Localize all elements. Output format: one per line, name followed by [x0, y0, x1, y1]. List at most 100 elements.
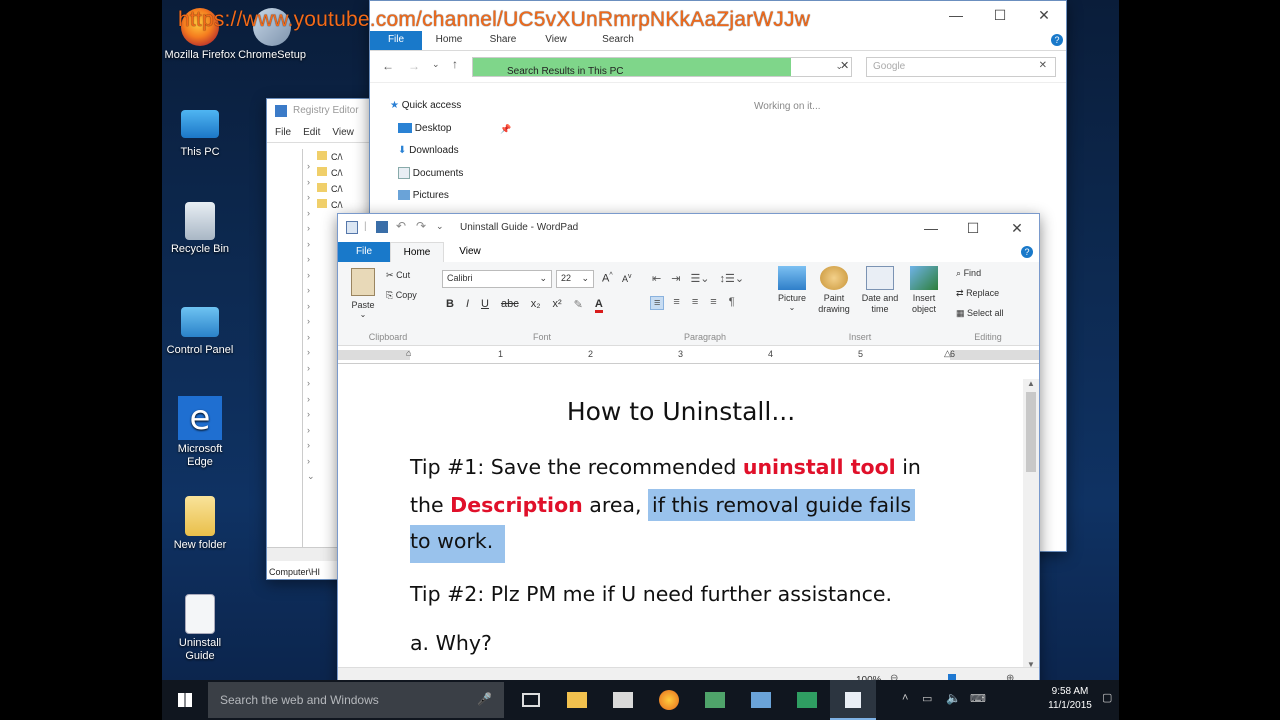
- notification-chevron-icon[interactable]: ˄: [902, 692, 908, 704]
- align-right-icon[interactable]: ≡: [689, 296, 701, 310]
- align-left-icon[interactable]: ≡: [650, 296, 665, 310]
- tab-search[interactable]: Search: [582, 31, 654, 50]
- desktop-icon-this-pc[interactable]: This PC: [162, 106, 238, 159]
- taskbar-explorer[interactable]: [554, 680, 600, 720]
- justify-icon[interactable]: ≡: [707, 296, 719, 310]
- registry-key[interactable]: C/\: [317, 165, 343, 181]
- nav-desktop[interactable]: Desktop 📌: [390, 118, 511, 141]
- up-icon[interactable]: ↑: [452, 57, 458, 71]
- back-icon[interactable]: ←: [382, 59, 394, 73]
- copy-button[interactable]: ⎘ Copy: [386, 290, 417, 301]
- clock[interactable]: 9:58 AM 11/1/2015: [1042, 685, 1098, 713]
- registry-key[interactable]: C/\: [317, 181, 343, 197]
- recent-dropdown-icon[interactable]: ⌄: [432, 59, 440, 70]
- ruler[interactable]: ⌂ 1 2 3 4 5 6 △: [338, 346, 1039, 364]
- ruler-right-indent-marker[interactable]: △: [944, 348, 951, 359]
- redo-icon[interactable]: ↷: [416, 219, 426, 233]
- registry-tree-scroll[interactable]: [287, 149, 303, 549]
- task-view-button[interactable]: [508, 680, 554, 720]
- start-button[interactable]: [162, 680, 208, 720]
- maximize-icon[interactable]: ☐: [978, 1, 1022, 29]
- bullets-icon[interactable]: ☰⌄: [690, 272, 709, 285]
- microphone-icon[interactable]: 🎤: [477, 692, 492, 706]
- shrink-font-icon[interactable]: Av: [622, 273, 632, 284]
- nav-documents[interactable]: Documents: [390, 163, 463, 186]
- superscript-icon[interactable]: x²: [553, 298, 562, 313]
- close-icon[interactable]: ✕: [995, 214, 1039, 242]
- qat-dropdown-icon[interactable]: ⌄: [436, 221, 444, 232]
- minimize-icon[interactable]: —: [934, 1, 978, 29]
- document-vscroll[interactable]: ▲ ▼: [1023, 379, 1039, 669]
- nav-quick-access[interactable]: ★ Quick access: [390, 95, 463, 118]
- volume-icon[interactable]: 🔈: [946, 691, 961, 705]
- document-area[interactable]: How to Uninstall... Tip #1: Save the rec…: [338, 379, 1024, 669]
- decrease-indent-icon[interactable]: ⇤: [652, 272, 661, 285]
- paint-drawing-button[interactable]: Paint drawing: [814, 266, 854, 315]
- desktop-icon-recycle-bin[interactable]: Recycle Bin: [162, 202, 238, 256]
- help-icon[interactable]: ?: [1021, 246, 1039, 258]
- registry-key[interactable]: C/\: [317, 197, 343, 213]
- date-time-button[interactable]: Date and time: [858, 266, 902, 315]
- search-input[interactable]: Google ✕: [866, 57, 1056, 77]
- align-center-icon[interactable]: ≡: [670, 296, 682, 310]
- help-icon[interactable]: ?: [1048, 31, 1066, 50]
- address-bar[interactable]: Search Results in This PC ⌄: [472, 57, 852, 77]
- scroll-up-icon[interactable]: ▲: [1023, 379, 1039, 388]
- highlight-icon[interactable]: ✎: [574, 298, 583, 313]
- bold-icon[interactable]: B: [446, 298, 454, 313]
- registry-menu-view[interactable]: View: [332, 127, 354, 140]
- subscript-icon[interactable]: x₂: [531, 298, 541, 313]
- tab-home[interactable]: Home: [422, 31, 476, 50]
- forward-icon[interactable]: →: [408, 59, 420, 73]
- minimize-icon[interactable]: —: [909, 214, 953, 242]
- tab-view[interactable]: View: [444, 242, 496, 262]
- clear-search-icon[interactable]: ✕: [1039, 60, 1047, 71]
- tab-share[interactable]: Share: [476, 31, 530, 50]
- desktop-icon-new-folder[interactable]: New folder: [162, 496, 238, 552]
- registry-menu-file[interactable]: File: [275, 127, 291, 140]
- taskbar-app-1[interactable]: [692, 680, 738, 720]
- select-all-button[interactable]: ▦ Select all: [956, 308, 1004, 319]
- desktop-icon-control-panel[interactable]: Control Panel: [162, 303, 238, 357]
- underline-icon[interactable]: U: [481, 298, 489, 313]
- ruler-indent-marker[interactable]: ⌂: [406, 348, 411, 358]
- language-icon[interactable]: ⌨: [970, 692, 986, 705]
- action-center-icon[interactable]: ▢: [1102, 691, 1112, 704]
- scroll-thumb[interactable]: [1026, 392, 1036, 472]
- maximize-icon[interactable]: ☐: [951, 214, 995, 242]
- line-spacing-icon[interactable]: ↕☰⌄: [720, 272, 745, 285]
- italic-icon[interactable]: I: [466, 298, 469, 313]
- tab-view[interactable]: View: [530, 31, 582, 50]
- taskbar-firefox[interactable]: [646, 680, 692, 720]
- nav-pictures[interactable]: Pictures: [390, 185, 463, 208]
- network-icon[interactable]: ▭: [922, 692, 932, 705]
- taskbar-app-2[interactable]: [738, 680, 784, 720]
- insert-object-button[interactable]: Insert object: [904, 266, 944, 315]
- picture-button[interactable]: Picture ⌄: [772, 266, 812, 312]
- paste-button[interactable]: Paste ⌄: [348, 268, 378, 319]
- find-button[interactable]: ⌕ Find: [956, 268, 981, 279]
- cut-button[interactable]: ✂ Cut: [386, 270, 410, 281]
- font-name-select[interactable]: Calibri ⌄: [442, 270, 552, 288]
- grow-font-icon[interactable]: A^: [602, 272, 613, 285]
- font-color-icon[interactable]: A: [594, 298, 603, 313]
- tab-home[interactable]: Home: [390, 242, 444, 262]
- desktop-icon-uninstall-guide[interactable]: Uninstall Guide: [162, 594, 238, 663]
- tab-file[interactable]: File: [338, 242, 390, 262]
- tab-file[interactable]: File: [370, 31, 422, 50]
- close-icon[interactable]: ✕: [1022, 1, 1066, 29]
- registry-key[interactable]: C/\: [317, 149, 343, 165]
- wordpad-window[interactable]: | ↶ ↷ ⌄ Uninstall Guide - WordPad — ☐ ✕ …: [337, 213, 1040, 696]
- desktop-icon-edge[interactable]: e Microsoft Edge: [162, 396, 238, 469]
- taskbar-store[interactable]: [600, 680, 646, 720]
- increase-indent-icon[interactable]: ⇥: [671, 272, 680, 285]
- taskbar-wordpad[interactable]: [830, 680, 876, 720]
- registry-menu-edit[interactable]: Edit: [303, 127, 320, 140]
- taskbar-search-box[interactable]: Search the web and Windows 🎤: [208, 682, 504, 718]
- replace-button[interactable]: ⇄ Replace: [956, 288, 999, 299]
- taskbar-app-3[interactable]: [784, 680, 830, 720]
- paragraph-settings-icon[interactable]: ¶: [726, 296, 738, 310]
- undo-icon[interactable]: ↶: [396, 219, 406, 233]
- font-size-select[interactable]: 22 ⌄: [556, 270, 594, 288]
- strikethrough-icon[interactable]: abc: [501, 298, 519, 313]
